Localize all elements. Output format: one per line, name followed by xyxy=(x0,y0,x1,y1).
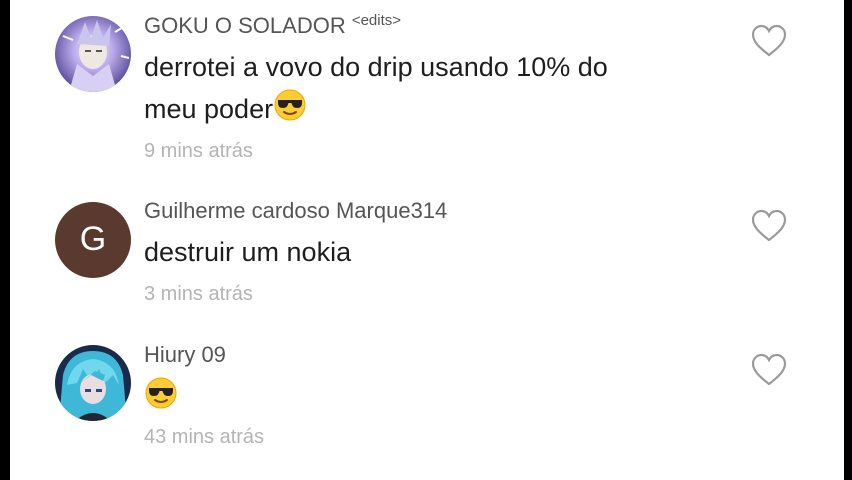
comment-text-line: meu poder xyxy=(144,88,608,134)
comment-username[interactable]: Guilherme cardoso Marque314 xyxy=(144,198,447,224)
avatar-letter: G xyxy=(80,220,106,258)
comment-text: derrotei a vovo do drip usando 10% do me… xyxy=(144,46,608,134)
comment-list: GOKU O SOLADOR <edits> derrotei a vovo d… xyxy=(10,0,844,480)
comment-timestamp: 9 mins atrás xyxy=(144,140,253,162)
like-heart-icon[interactable] xyxy=(750,208,788,244)
comment-username[interactable]: Hiury 09 xyxy=(144,342,226,368)
avatar[interactable]: G xyxy=(55,202,131,278)
sunglasses-emoji-icon xyxy=(144,376,178,422)
comment-text: destruir um nokia xyxy=(144,231,351,273)
comment-text-line: destruir um nokia xyxy=(144,237,352,267)
comment-text xyxy=(144,376,178,422)
avatar[interactable] xyxy=(55,16,131,92)
like-heart-icon[interactable] xyxy=(750,23,788,59)
like-heart-icon[interactable] xyxy=(750,352,788,388)
avatar[interactable] xyxy=(55,345,131,421)
sunglasses-emoji-icon xyxy=(273,88,307,134)
username-tag: <edits> xyxy=(351,12,402,29)
comment-username[interactable]: GOKU O SOLADOR <edits> xyxy=(144,12,401,39)
comment-text-line: derrotei a vovo do drip usando 10% do xyxy=(144,52,608,82)
comment-timestamp: 3 mins atrás xyxy=(144,283,253,305)
comment-timestamp: 43 mins atrás xyxy=(144,426,265,448)
